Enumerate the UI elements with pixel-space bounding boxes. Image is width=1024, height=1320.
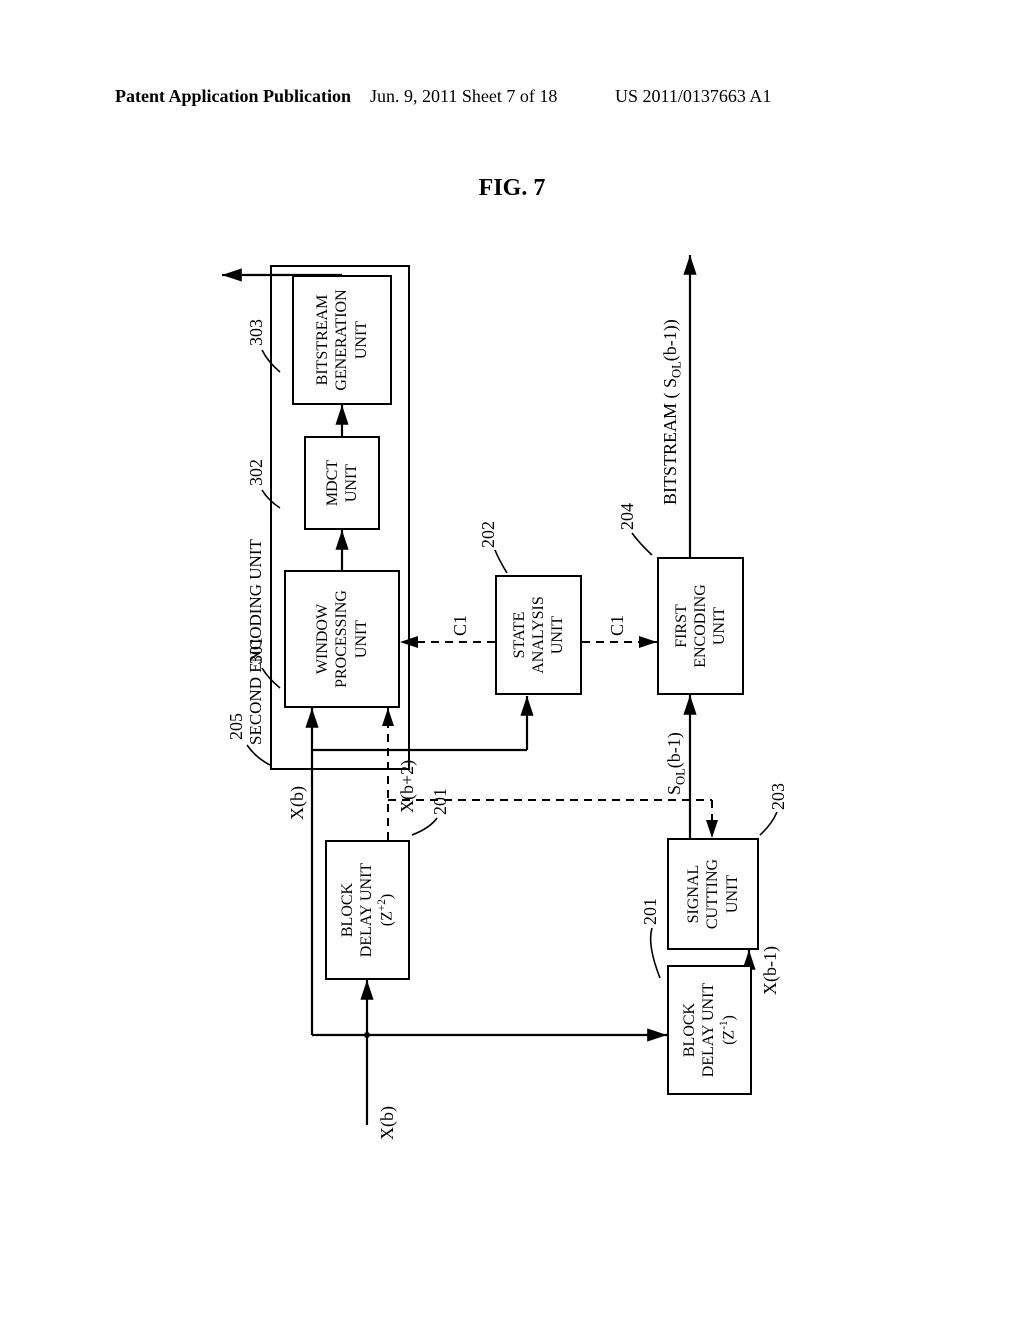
sol-paren: (b-1): [664, 732, 684, 768]
figure-title: FIG. 7: [0, 175, 1024, 202]
sol-sub: OL: [674, 768, 688, 785]
block-delay-a-close: ): [379, 894, 396, 899]
block-delay-b-close: ): [721, 1015, 738, 1020]
bitstream-out-label: BITSTREAM ( SOL(b-1)): [660, 319, 685, 505]
bitstream-generation-unit: BITSTREAM GENERATION UNIT: [292, 275, 392, 405]
bitstream-out-text: BITSTREAM ( S: [660, 378, 680, 505]
state-analysis-unit: STATE ANALYSIS UNIT: [495, 575, 582, 695]
sol-s: S: [664, 785, 684, 795]
block-delay-a-exp: +2: [376, 899, 388, 911]
refnum-203: 203: [768, 783, 789, 810]
refnum-302: 302: [246, 459, 267, 486]
diagram: SECOND ENCODING UNIT BLOCK DELAY UNIT (Z…: [212, 250, 812, 1150]
refnum-301: 301: [246, 637, 267, 664]
block-delay-unit-a: BLOCK DELAY UNIT (Z+2): [325, 840, 410, 980]
bitstream-gen-text: BITSTREAM GENERATION UNIT: [313, 289, 371, 390]
header-left: Patent Application Publication: [115, 86, 351, 107]
block-delay-unit-b: BLOCK DELAY UNIT (Z-1): [667, 965, 752, 1095]
xb-plus2-label: X(b+2): [397, 760, 418, 813]
xb-minus1-label: X(b-1): [760, 946, 781, 995]
window-processing-unit: WINDOW PROCESSING UNIT: [284, 570, 400, 708]
refnum-205: 205: [226, 713, 247, 740]
header-center: Jun. 9, 2011 Sheet 7 of 18: [370, 86, 557, 107]
mdct-text: MDCT UNIT: [323, 460, 361, 506]
xb-top-label: X(b): [287, 786, 308, 820]
bitstream-out-sub: OL: [670, 361, 684, 378]
first-encoding-text: FIRST ENCODING UNIT: [672, 584, 730, 668]
refnum-201b: 201: [640, 898, 661, 925]
signal-cutting-text: SIGNAL CUTTING UNIT: [684, 859, 742, 929]
block-delay-b-exp: -1: [718, 1020, 730, 1029]
block-delay-b-text: BLOCK DELAY UNIT (Z: [681, 983, 738, 1077]
refnum-303: 303: [246, 319, 267, 346]
signal-cutting-unit: SIGNAL CUTTING UNIT: [667, 838, 759, 950]
refnum-202: 202: [478, 521, 499, 548]
bitstream-out-paren2: (b-1)): [660, 319, 680, 361]
sol-label: SOL(b-1): [664, 732, 689, 795]
c1-top-label: C1: [450, 615, 471, 636]
refnum-201a: 201: [430, 788, 451, 815]
first-encoding-unit: FIRST ENCODING UNIT: [657, 557, 744, 695]
input-label: X(b): [377, 1106, 398, 1140]
state-analysis-text: STATE ANALYSIS UNIT: [510, 596, 568, 674]
c1-bot-label: C1: [607, 615, 628, 636]
header-right: US 2011/0137663 A1: [615, 86, 771, 107]
window-processing-text: WINDOW PROCESSING UNIT: [313, 590, 371, 688]
refnum-204: 204: [617, 503, 638, 530]
mdct-unit: MDCT UNIT: [304, 436, 380, 530]
